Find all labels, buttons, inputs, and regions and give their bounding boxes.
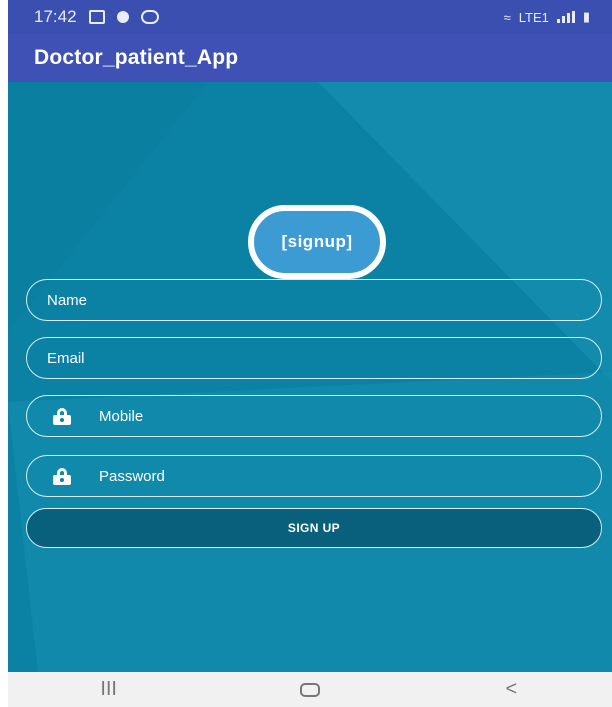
battery-icon: ▮ bbox=[582, 9, 590, 24]
back-icon: < bbox=[505, 678, 518, 700]
name-field[interactable]: Name bbox=[26, 279, 602, 321]
wifi-icon: ≈ bbox=[503, 9, 511, 25]
navigation-bar: III < bbox=[8, 672, 612, 707]
back-button[interactable]: < bbox=[481, 678, 541, 701]
password-field[interactable]: Password bbox=[26, 455, 602, 497]
app-bar: Doctor_patient_App bbox=[8, 34, 612, 82]
status-right: ≈ LTE1 ▮ bbox=[504, 9, 590, 25]
recents-icon: III bbox=[100, 678, 117, 700]
sign-up-label: SIGN UP bbox=[287, 521, 341, 535]
lock-icon bbox=[27, 467, 97, 485]
signal-icon bbox=[556, 11, 575, 23]
home-icon bbox=[299, 682, 320, 697]
signup-logo: [signup] bbox=[248, 205, 386, 279]
mobile-field[interactable]: Mobile bbox=[26, 395, 602, 437]
lock-icon bbox=[27, 407, 97, 425]
status-left: 17:42 bbox=[34, 7, 159, 27]
gallery-notification-icon bbox=[88, 10, 105, 24]
network-label: LTE1 bbox=[518, 9, 549, 25]
sign-up-button[interactable]: SIGN UP bbox=[26, 508, 602, 548]
phone-screen: 17:42 ≈ LTE1 ▮ Doctor_patient_App [signu… bbox=[8, 0, 612, 707]
logo-text: [signup] bbox=[281, 232, 353, 251]
email-field[interactable]: Email bbox=[26, 337, 602, 379]
message-notification-icon bbox=[140, 10, 159, 24]
home-button[interactable] bbox=[280, 682, 340, 697]
app-notification-icon bbox=[116, 11, 129, 23]
recents-button[interactable]: III bbox=[79, 678, 139, 701]
status-bar: 17:42 ≈ LTE1 ▮ bbox=[8, 0, 612, 34]
status-time: 17:42 bbox=[34, 7, 77, 26]
email-placeholder: Email bbox=[47, 349, 85, 367]
signup-screen: [signup] Name Email Mobile Password SIGN… bbox=[8, 82, 612, 672]
name-placeholder: Name bbox=[47, 291, 88, 309]
mobile-placeholder: Mobile bbox=[99, 407, 144, 425]
password-placeholder: Password bbox=[99, 467, 165, 485]
app-title: Doctor_patient_App bbox=[34, 46, 239, 69]
